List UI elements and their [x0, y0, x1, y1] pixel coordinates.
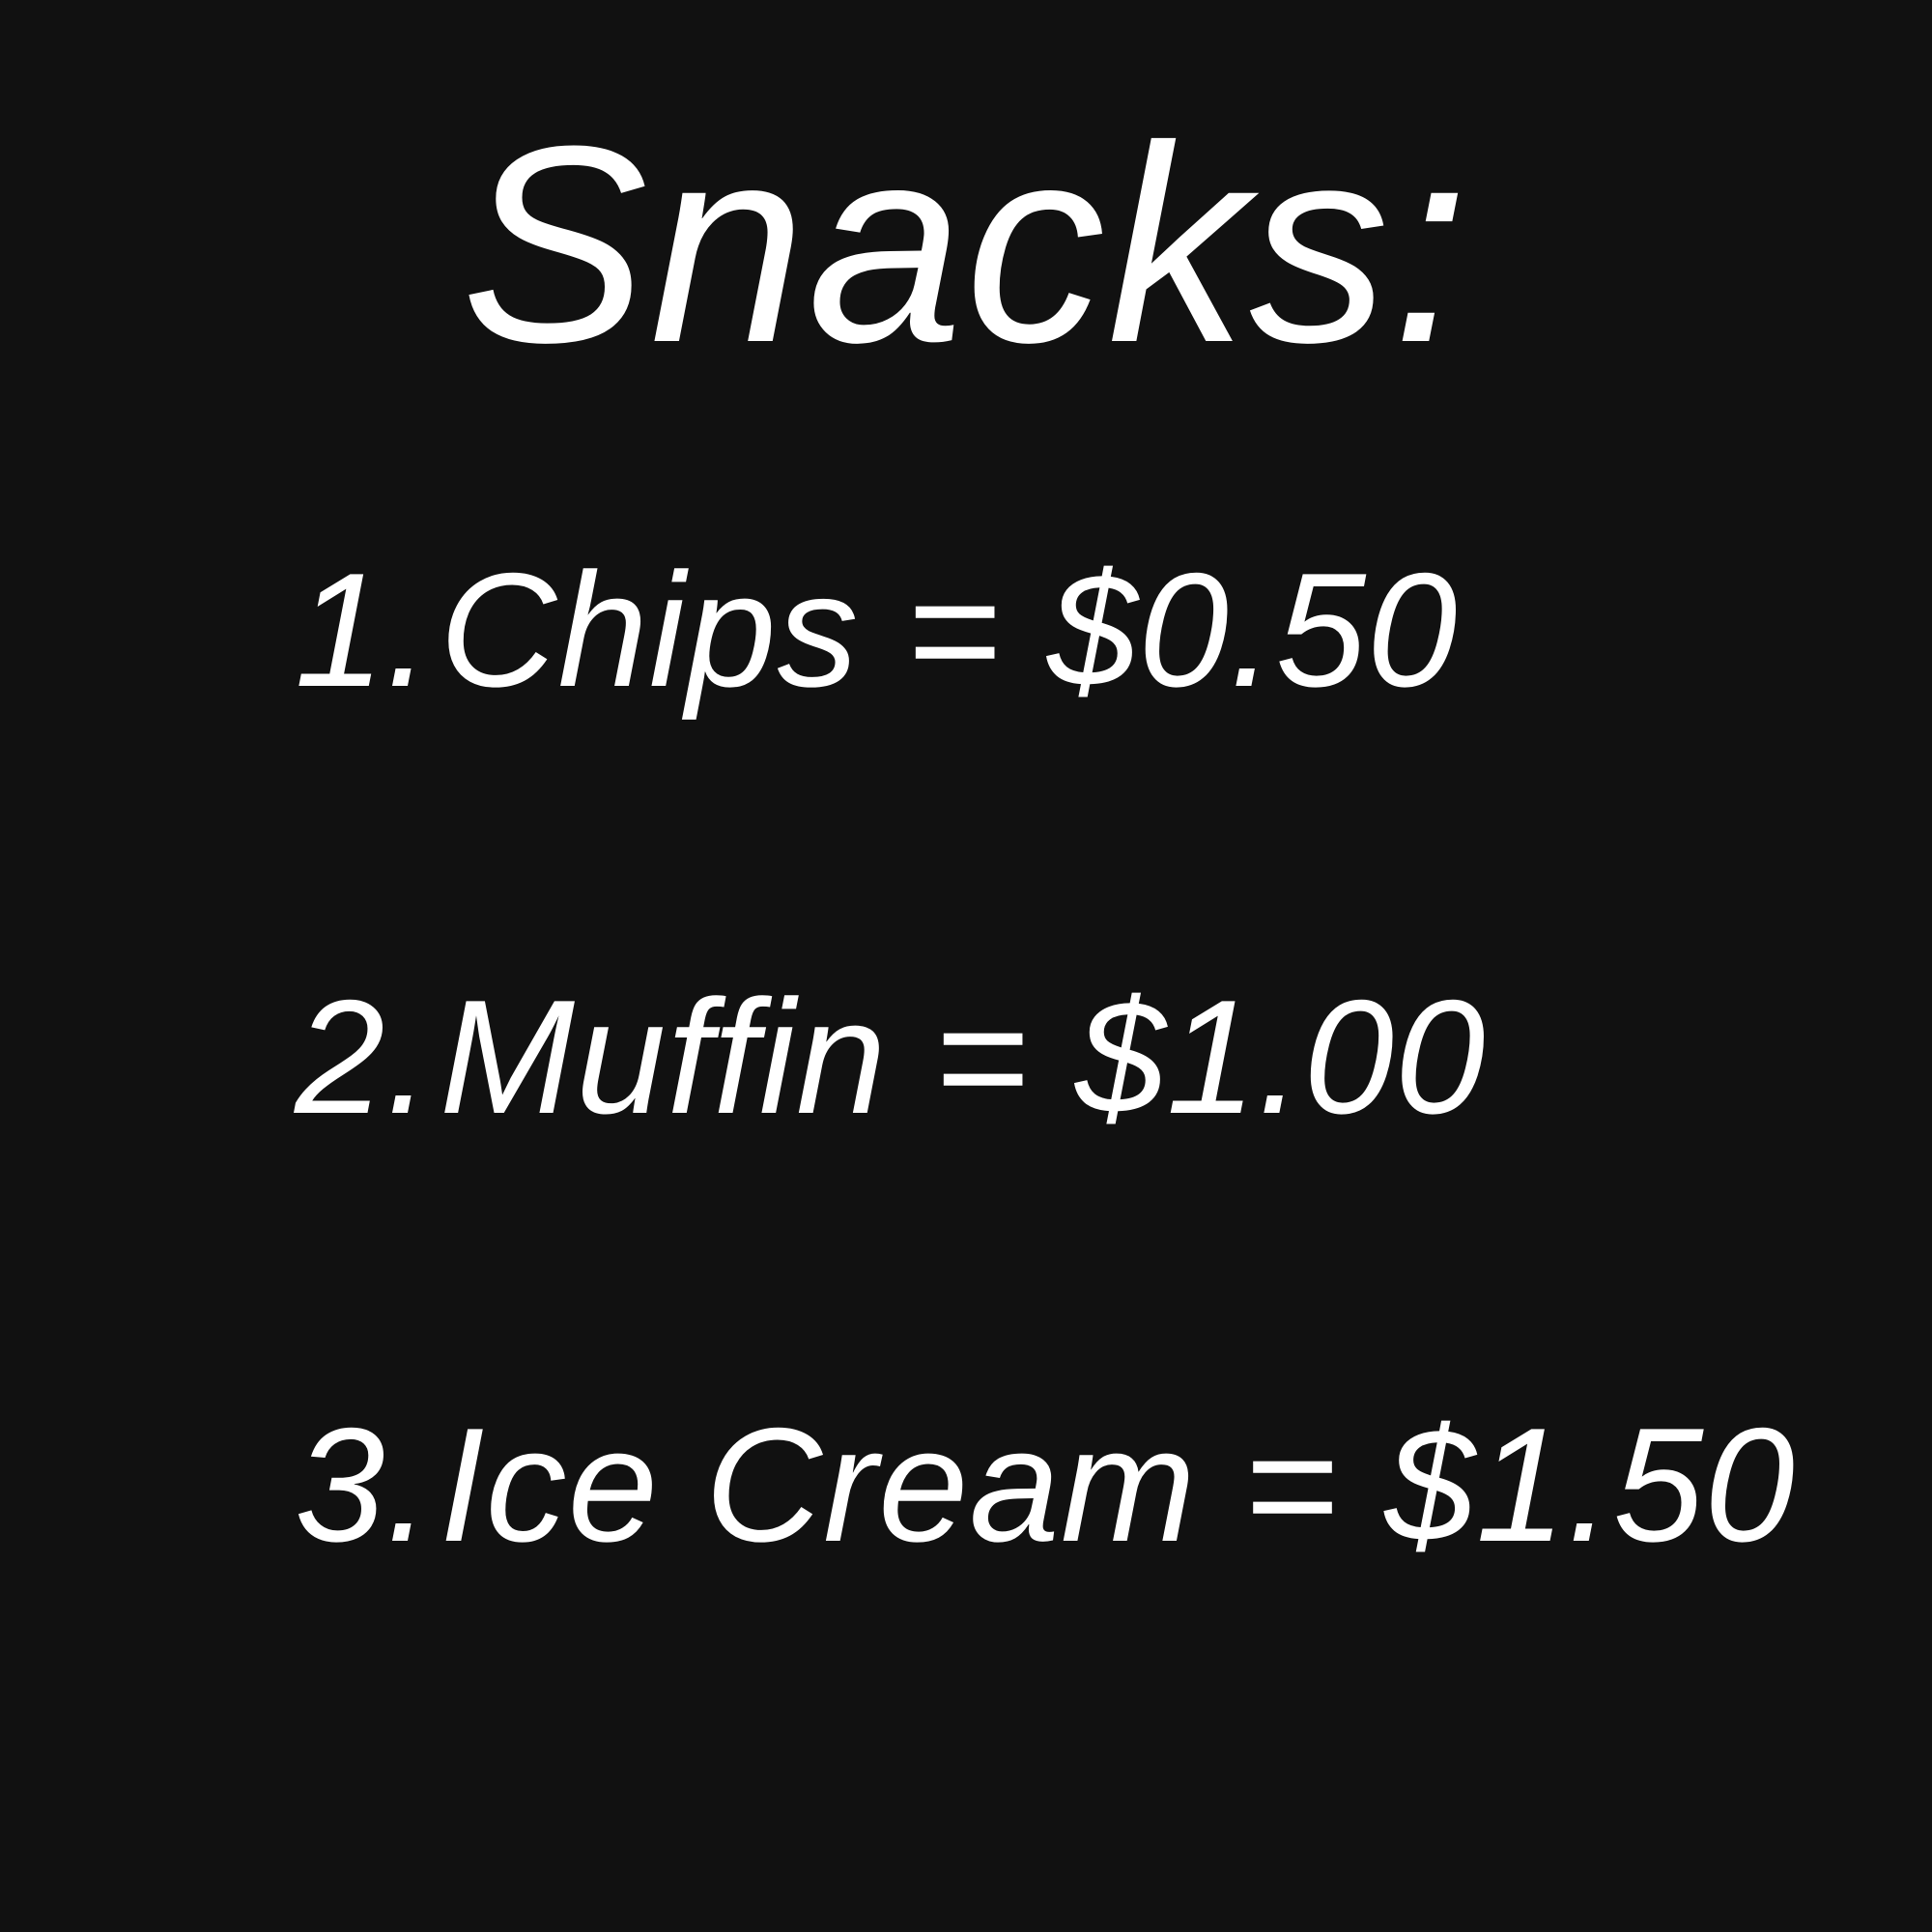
item-number: 2. — [295, 966, 433, 1148]
snack-menu-board: Snacks: 1.Chips = $0.50 2.Muffin = $1.00… — [0, 0, 1932, 1932]
item-text: Ice Cream = $1.50 — [440, 1394, 1796, 1576]
item-text: Muffin = $1.00 — [440, 966, 1487, 1148]
menu-item-muffin: 2.Muffin = $1.00 — [295, 976, 1486, 1138]
menu-item-ice-cream: 3.Ice Cream = $1.50 — [295, 1404, 1796, 1566]
item-number: 1. — [295, 539, 433, 721]
item-text: Chips = $0.50 — [440, 539, 1459, 721]
item-number: 3. — [295, 1394, 433, 1576]
menu-title: Snacks: — [461, 88, 1471, 401]
menu-item-chips: 1.Chips = $0.50 — [295, 549, 1458, 711]
